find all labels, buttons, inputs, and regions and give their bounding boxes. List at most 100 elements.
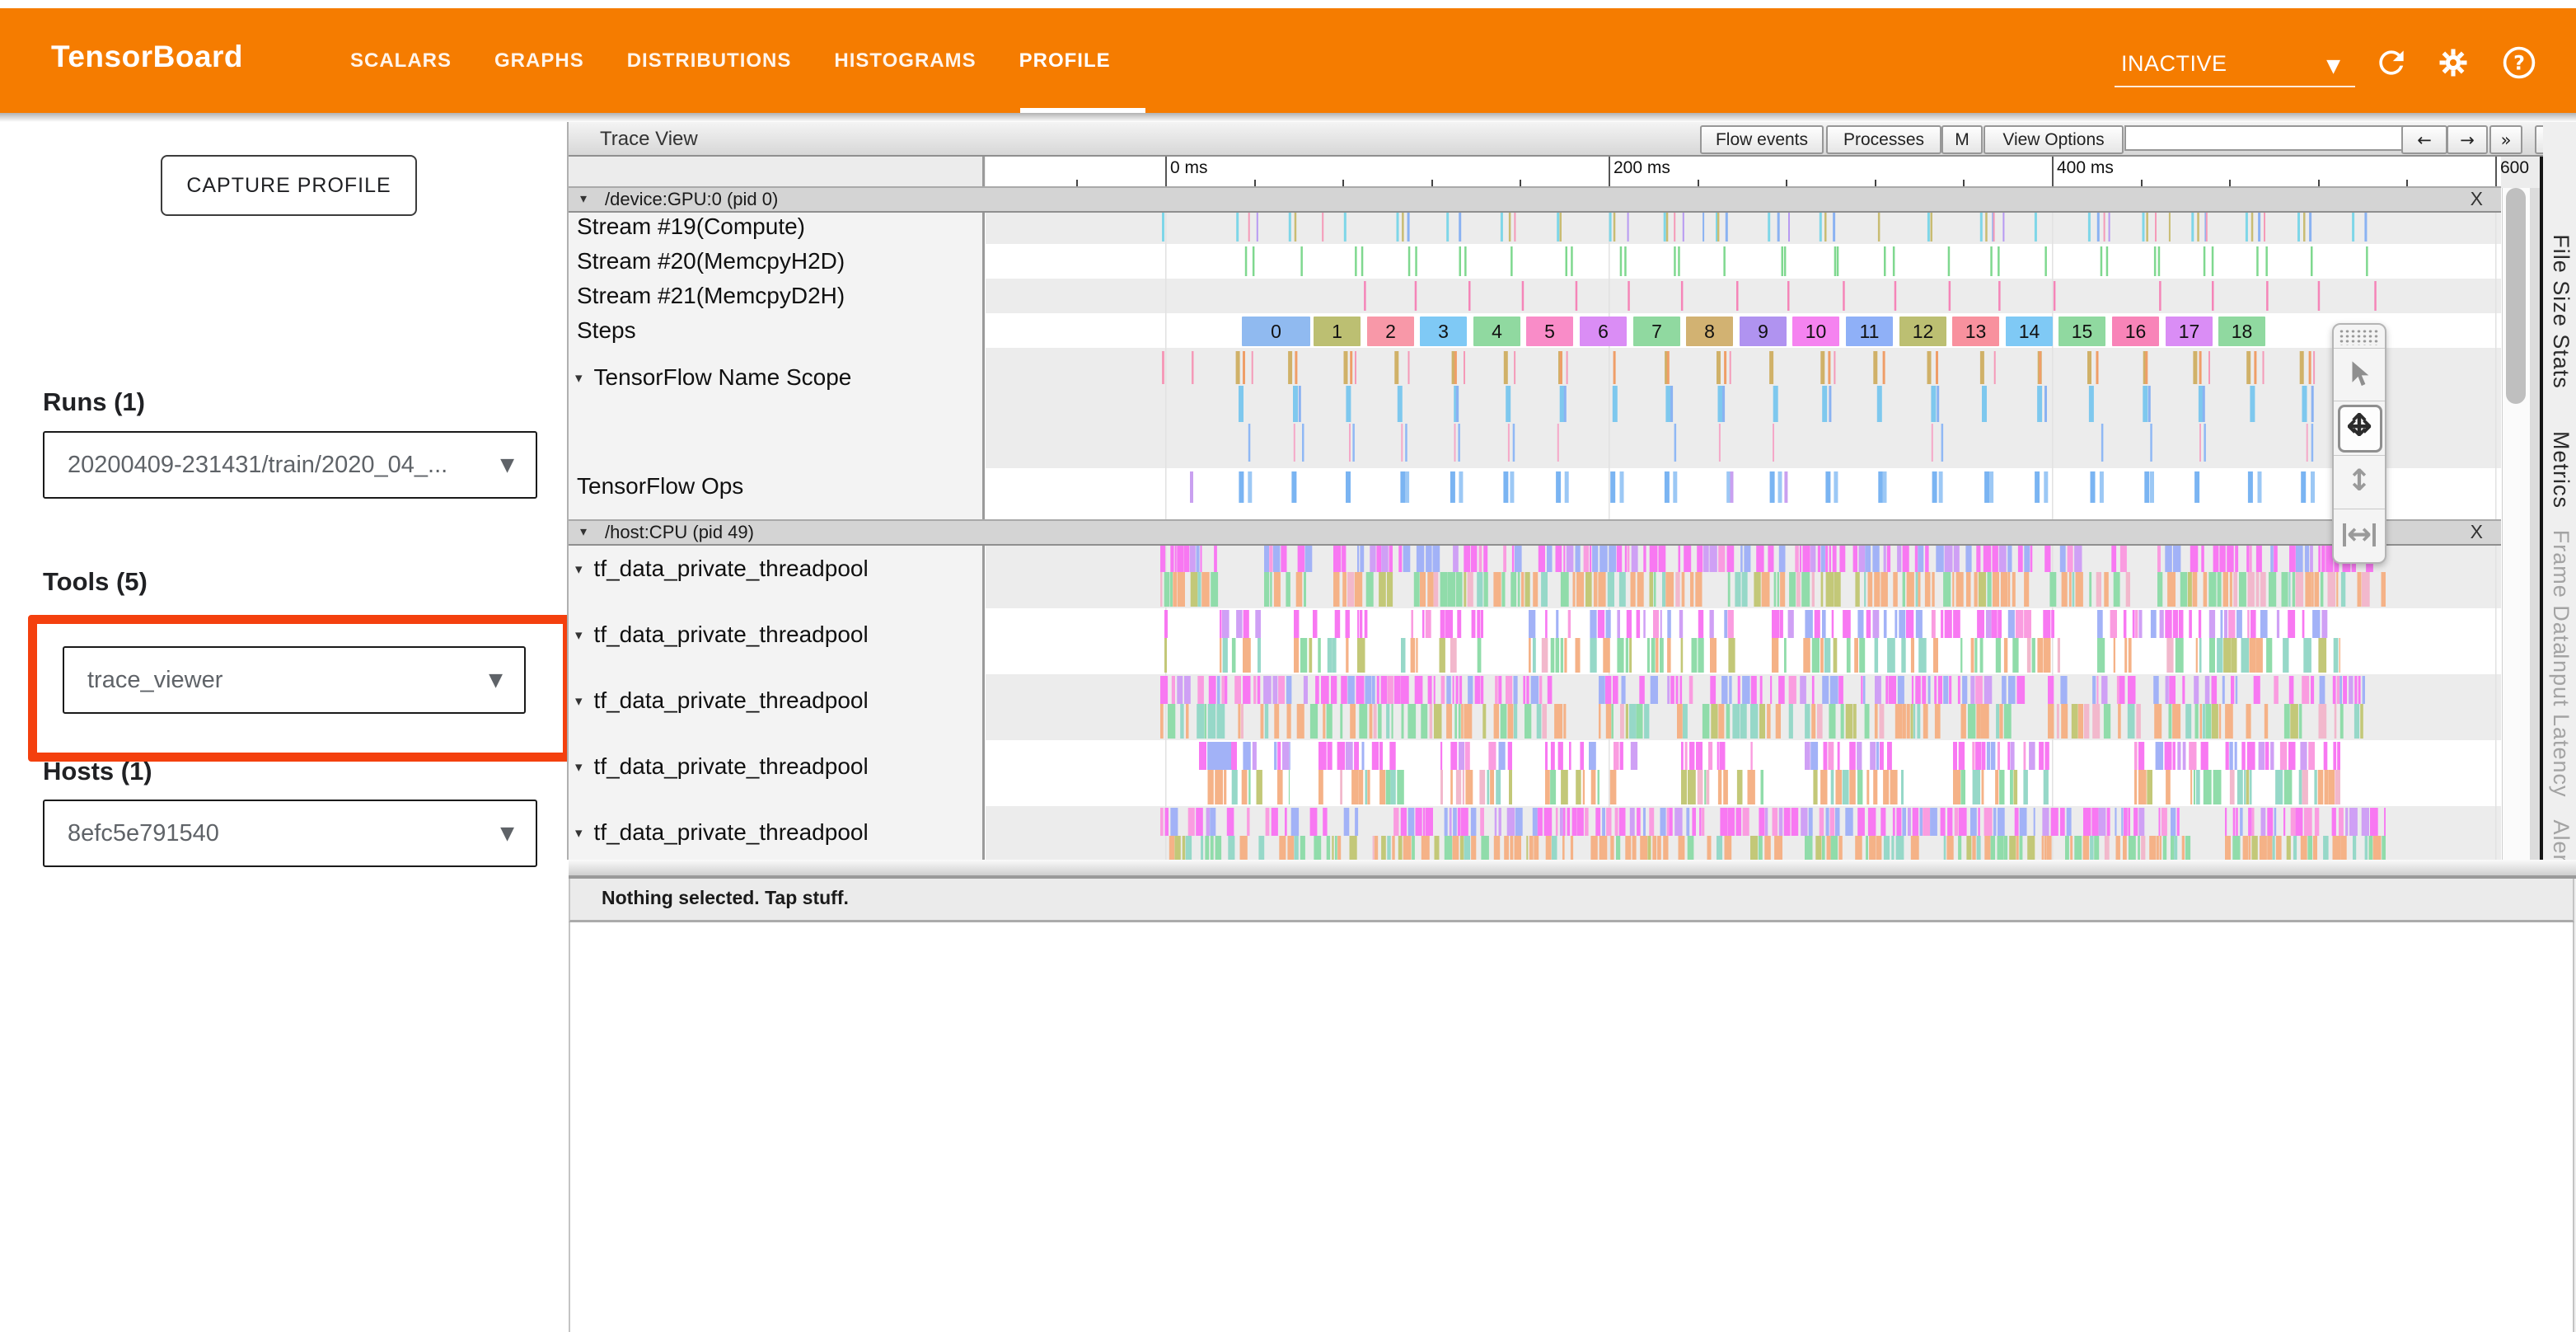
collapse-arrow-icon[interactable]: ▾ xyxy=(580,523,587,539)
profile-sidebar: CAPTURE PROFILE Runs (1) 20200409-231431… xyxy=(0,122,567,1332)
collapse-arrow-icon[interactable]: ▾ xyxy=(575,759,583,776)
ruler-major-tick xyxy=(2052,157,2054,188)
process-group-label: /device:GPU:0 (pid 0) xyxy=(605,189,778,210)
collapse-arrow-icon[interactable]: ▾ xyxy=(580,190,587,206)
svg-text:?: ? xyxy=(2513,51,2525,74)
track-label-stream-20-memcpyh2d-: Stream #20(MemcpyH2D) xyxy=(569,244,989,279)
timing-tool-button[interactable]: ↔ xyxy=(2334,509,2385,560)
process-group-gpu[interactable]: ▾ /device:GPU:0 (pid 0) X xyxy=(569,186,2501,213)
scrollbar-thumb[interactable] xyxy=(2506,188,2526,404)
ruler-major-tick xyxy=(1165,157,1167,188)
more-button[interactable]: » xyxy=(2489,125,2522,154)
zoom-tool-button[interactable]: ↕ xyxy=(2334,455,2385,507)
detail-panel xyxy=(569,922,2574,1332)
track-label-text: Stream #20(MemcpyH2D) xyxy=(577,248,845,274)
close-icon[interactable]: X xyxy=(2471,521,2483,543)
step-block-14[interactable]: 14 xyxy=(2006,317,2053,346)
tab-distributions[interactable]: DISTRIBUTIONS xyxy=(627,49,792,73)
collapse-arrow-icon[interactable]: ▾ xyxy=(575,561,583,578)
step-block-11[interactable]: 11 xyxy=(1846,317,1893,346)
find-prev-button[interactable]: ← xyxy=(2401,125,2447,154)
track-label-text: tf_data_private_threadpool xyxy=(594,556,869,581)
track-label-text: TensorFlow Name Scope xyxy=(594,364,852,390)
step-block-0[interactable]: 0 xyxy=(1242,317,1310,346)
tab-histograms[interactable]: HISTOGRAMS xyxy=(834,49,976,73)
track-label-steps: Steps xyxy=(569,313,989,348)
pan-tool-button[interactable]: ↔↕ xyxy=(2334,401,2385,453)
top-margin xyxy=(0,0,2576,8)
vertical-scrollbar[interactable] xyxy=(2502,188,2532,860)
time-ruler[interactable]: 0 ms200 ms400 ms600 xyxy=(569,157,2576,188)
step-block-13[interactable]: 13 xyxy=(1952,317,1999,346)
tab-profile[interactable]: PROFILE xyxy=(1019,49,1111,73)
m-button[interactable]: M xyxy=(1941,125,1983,154)
close-icon[interactable]: X xyxy=(2471,188,2483,210)
collapse-arrow-icon[interactable]: ▾ xyxy=(575,825,583,842)
step-block-17[interactable]: 17 xyxy=(2166,317,2213,346)
track-label-tf-data-private-threadpool[interactable]: ▾tf_data_private_threadpool xyxy=(569,740,981,794)
step-block-6[interactable]: 6 xyxy=(1580,317,1627,346)
side-tab-file-size-stats[interactable]: File Size Stats xyxy=(2548,234,2574,389)
runs-value: 20200409-231431/train/2020_04_... xyxy=(68,452,447,479)
processes-button[interactable]: Processes xyxy=(1826,125,1941,154)
horizontal-splitter[interactable] xyxy=(569,860,2576,879)
step-block-18[interactable]: 18 xyxy=(2218,317,2265,346)
side-tab-frame-data[interactable]: Frame Data xyxy=(2548,530,2574,656)
collapse-arrow-icon[interactable]: ▾ xyxy=(575,627,583,644)
track-label-tf-data-private-threadpool[interactable]: ▾ tf_data_private_threadpool xyxy=(569,608,981,662)
step-block-16[interactable]: 16 xyxy=(2112,317,2159,346)
track-label-tf-data-private-threadpool[interactable]: ▾tf_data_private_threadpool xyxy=(569,806,981,860)
ruler-major-tick xyxy=(2495,157,2497,188)
step-block-7[interactable]: 7 xyxy=(1633,317,1680,346)
select-tool-button[interactable] xyxy=(2334,348,2385,400)
navbar: TensorBoard SCALARSGRAPHSDISTRIBUTIONSHI… xyxy=(0,8,2576,113)
step-block-8[interactable]: 8 xyxy=(1686,317,1733,346)
step-block-10[interactable]: 10 xyxy=(1792,317,1839,346)
track-label-text: TensorFlow Ops xyxy=(577,473,743,499)
process-group-cpu[interactable]: ▾ /host:CPU (pid 49) X xyxy=(569,519,2501,546)
drag-grip[interactable] xyxy=(2339,329,2380,345)
capture-profile-button[interactable]: CAPTURE PROFILE xyxy=(161,155,417,216)
step-block-12[interactable]: 12 xyxy=(1899,317,1946,346)
help-icon[interactable]: ? xyxy=(2501,45,2537,81)
step-block-9[interactable]: 9 xyxy=(1740,317,1787,346)
view-options-button[interactable]: View Options xyxy=(1984,125,2124,154)
tools-value: trace_viewer xyxy=(87,667,222,694)
label-column-divider xyxy=(982,157,985,860)
hosts-select[interactable]: 8efc5e791540 ▼ xyxy=(43,800,537,867)
step-block-3[interactable]: 3 xyxy=(1420,317,1467,346)
trace-search-input[interactable] xyxy=(2124,125,2413,151)
track-label-text: tf_data_private_threadpool xyxy=(594,687,869,713)
step-block-1[interactable]: 1 xyxy=(1314,317,1361,346)
step-block-4[interactable]: 4 xyxy=(1473,317,1520,346)
runs-select[interactable]: 20200409-231431/train/2020_04_... ▼ xyxy=(43,431,537,499)
reload-icon[interactable] xyxy=(2373,45,2410,81)
step-block-15[interactable]: 15 xyxy=(2058,317,2105,346)
tools-label: Tools (5) xyxy=(43,567,148,597)
tab-scalars[interactable]: SCALARS xyxy=(350,49,452,73)
track-label-tf-data-private-threadpool[interactable]: ▾ tf_data_private_threadpool xyxy=(569,542,981,596)
process-group-label: /host:CPU (pid 49) xyxy=(605,522,754,543)
status-selector[interactable]: INACTIVE ▼ xyxy=(2115,48,2355,87)
tools-select[interactable]: trace_viewer ▼ xyxy=(63,646,526,714)
track-label-tensorflow-name-scope[interactable]: ▾ TensorFlow Name Scope xyxy=(569,348,981,408)
navbar-shadow xyxy=(0,113,2576,122)
side-tab-metrics[interactable]: Metrics xyxy=(2548,431,2574,509)
status-label: INACTIVE xyxy=(2121,51,2227,77)
track-label-tensorflow-ops: TensorFlow Ops xyxy=(569,468,989,504)
track-label-tf-data-private-threadpool[interactable]: ▾ tf_data_private_threadpool xyxy=(569,674,981,728)
step-block-5[interactable]: 5 xyxy=(1526,317,1573,346)
collapse-arrow-icon[interactable]: ▾ xyxy=(575,693,583,710)
gear-icon[interactable] xyxy=(2435,45,2471,81)
step-block-2[interactable]: 2 xyxy=(1367,317,1414,346)
track-label-text: tf_data_private_threadpool xyxy=(594,621,869,647)
hosts-label: Hosts (1) xyxy=(43,757,152,786)
nav-tabs: SCALARS GRAPHS DISTRIBUTIONS HISTOGRAMS PROF… xyxy=(350,8,1111,113)
ruler-label: 600 xyxy=(2500,158,2529,178)
trace-view-title: Trace View xyxy=(600,128,698,151)
collapse-arrow-icon[interactable]: ▾ xyxy=(575,370,583,387)
side-tab-input-latency[interactable]: Input Latency xyxy=(2548,653,2574,797)
find-next-button[interactable]: → xyxy=(2447,125,2488,154)
tab-graphs[interactable]: GRAPHS xyxy=(494,49,584,73)
flow-events-button[interactable]: Flow events xyxy=(1700,125,1824,154)
